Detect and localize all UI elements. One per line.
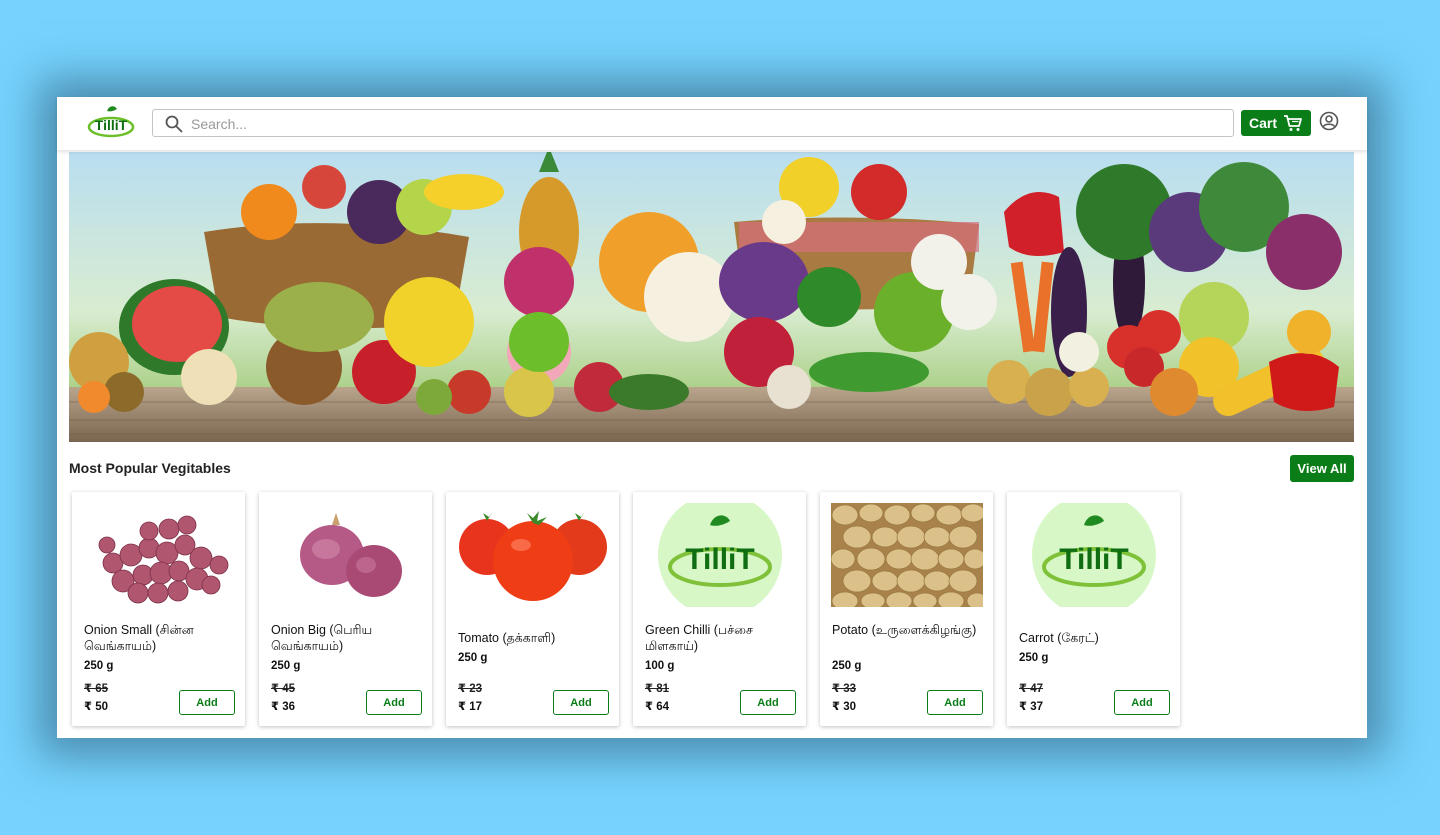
hero-banner-fruits-vegetables [69, 152, 1354, 442]
product-image-tillit-logo: TilliT [1018, 503, 1170, 607]
product-mrp: ₹ 47 [1019, 683, 1043, 695]
product-name: Green Chilli (பச்சை மிளகாய்) [645, 623, 753, 653]
product-image-big-onions [270, 503, 422, 607]
add-to-cart-button[interactable]: Add [366, 690, 422, 715]
product-price: ₹ 36 [271, 701, 295, 713]
search-bar[interactable] [152, 109, 1234, 137]
product-image-small-onions [83, 503, 235, 607]
add-to-cart-button[interactable]: Add [179, 690, 235, 715]
search-input[interactable] [191, 113, 1221, 135]
product-name: Potato (உருளைக்கிழங்கு) [832, 623, 977, 637]
add-to-cart-button[interactable]: Add [740, 690, 796, 715]
product-name: Onion Small (சின்ன வெங்காயம்) [84, 623, 194, 653]
cart-label: Cart [1249, 115, 1278, 131]
product-card[interactable]: TilliT Carrot (கேரட்) 250 g ₹ 47 ₹ 37 Ad… [1007, 492, 1180, 726]
product-name: Tomato (தக்காளி) [458, 631, 556, 645]
product-weight: 250 g [832, 660, 862, 672]
svg-text:TilliT: TilliT [95, 117, 128, 133]
product-weight: 250 g [1019, 652, 1049, 664]
section-title: Most Popular Vegitables [69, 460, 231, 476]
product-weight: 250 g [458, 652, 488, 664]
product-price: ₹ 64 [645, 701, 669, 713]
product-name: Onion Big (பெரிய வெங்காயம்) [271, 623, 373, 653]
product-mrp: ₹ 45 [271, 683, 295, 695]
product-image-tillit-logo: TilliT [644, 503, 796, 607]
product-card[interactable]: Onion Small (சின்ன வெங்காயம்) 250 g ₹ 65… [72, 492, 245, 726]
view-all-button[interactable]: View All [1290, 455, 1354, 482]
svg-text:TilliT: TilliT [685, 543, 754, 576]
add-to-cart-button[interactable]: Add [927, 690, 983, 715]
add-to-cart-button[interactable]: Add [1114, 690, 1170, 715]
product-price: ₹ 50 [84, 701, 108, 713]
product-card[interactable]: Potato (உருளைக்கிழங்கு) 250 g ₹ 33 ₹ 30 … [820, 492, 993, 726]
cart-button[interactable]: Cart [1241, 110, 1311, 136]
top-navbar: TilliT Cart [57, 97, 1367, 150]
product-weight: 250 g [271, 660, 301, 672]
add-to-cart-button[interactable]: Add [553, 690, 609, 715]
product-price: ₹ 37 [1019, 701, 1043, 713]
product-list: Onion Small (சின்ன வெங்காயம்) 250 g ₹ 65… [72, 492, 1180, 726]
product-card[interactable]: TilliT Green Chilli (பச்சை மிளகாய்) 100 … [633, 492, 806, 726]
product-mrp: ₹ 65 [84, 683, 108, 695]
product-image-tomatoes [457, 503, 609, 607]
app-window: TilliT Cart [57, 97, 1367, 738]
product-price: ₹ 30 [832, 701, 856, 713]
product-weight: 250 g [84, 660, 114, 672]
product-price: ₹ 17 [458, 701, 482, 713]
svg-text:TilliT: TilliT [1059, 543, 1128, 576]
product-card[interactable]: Onion Big (பெரிய வெங்காயம்) 250 g ₹ 45 ₹… [259, 492, 432, 726]
product-image-potatoes [831, 503, 983, 607]
shopping-cart-icon [1284, 115, 1302, 131]
product-name: Carrot (கேரட்) [1019, 631, 1099, 645]
user-account-icon[interactable] [1319, 111, 1339, 131]
product-mrp: ₹ 23 [458, 683, 482, 695]
product-weight: 100 g [645, 660, 675, 672]
product-mrp: ₹ 81 [645, 683, 669, 695]
product-card[interactable]: Tomato (தக்காளி) 250 g ₹ 23 ₹ 17 Add [446, 492, 619, 726]
search-icon [165, 115, 183, 133]
tillit-logo[interactable]: TilliT [87, 103, 135, 139]
product-mrp: ₹ 33 [832, 683, 856, 695]
